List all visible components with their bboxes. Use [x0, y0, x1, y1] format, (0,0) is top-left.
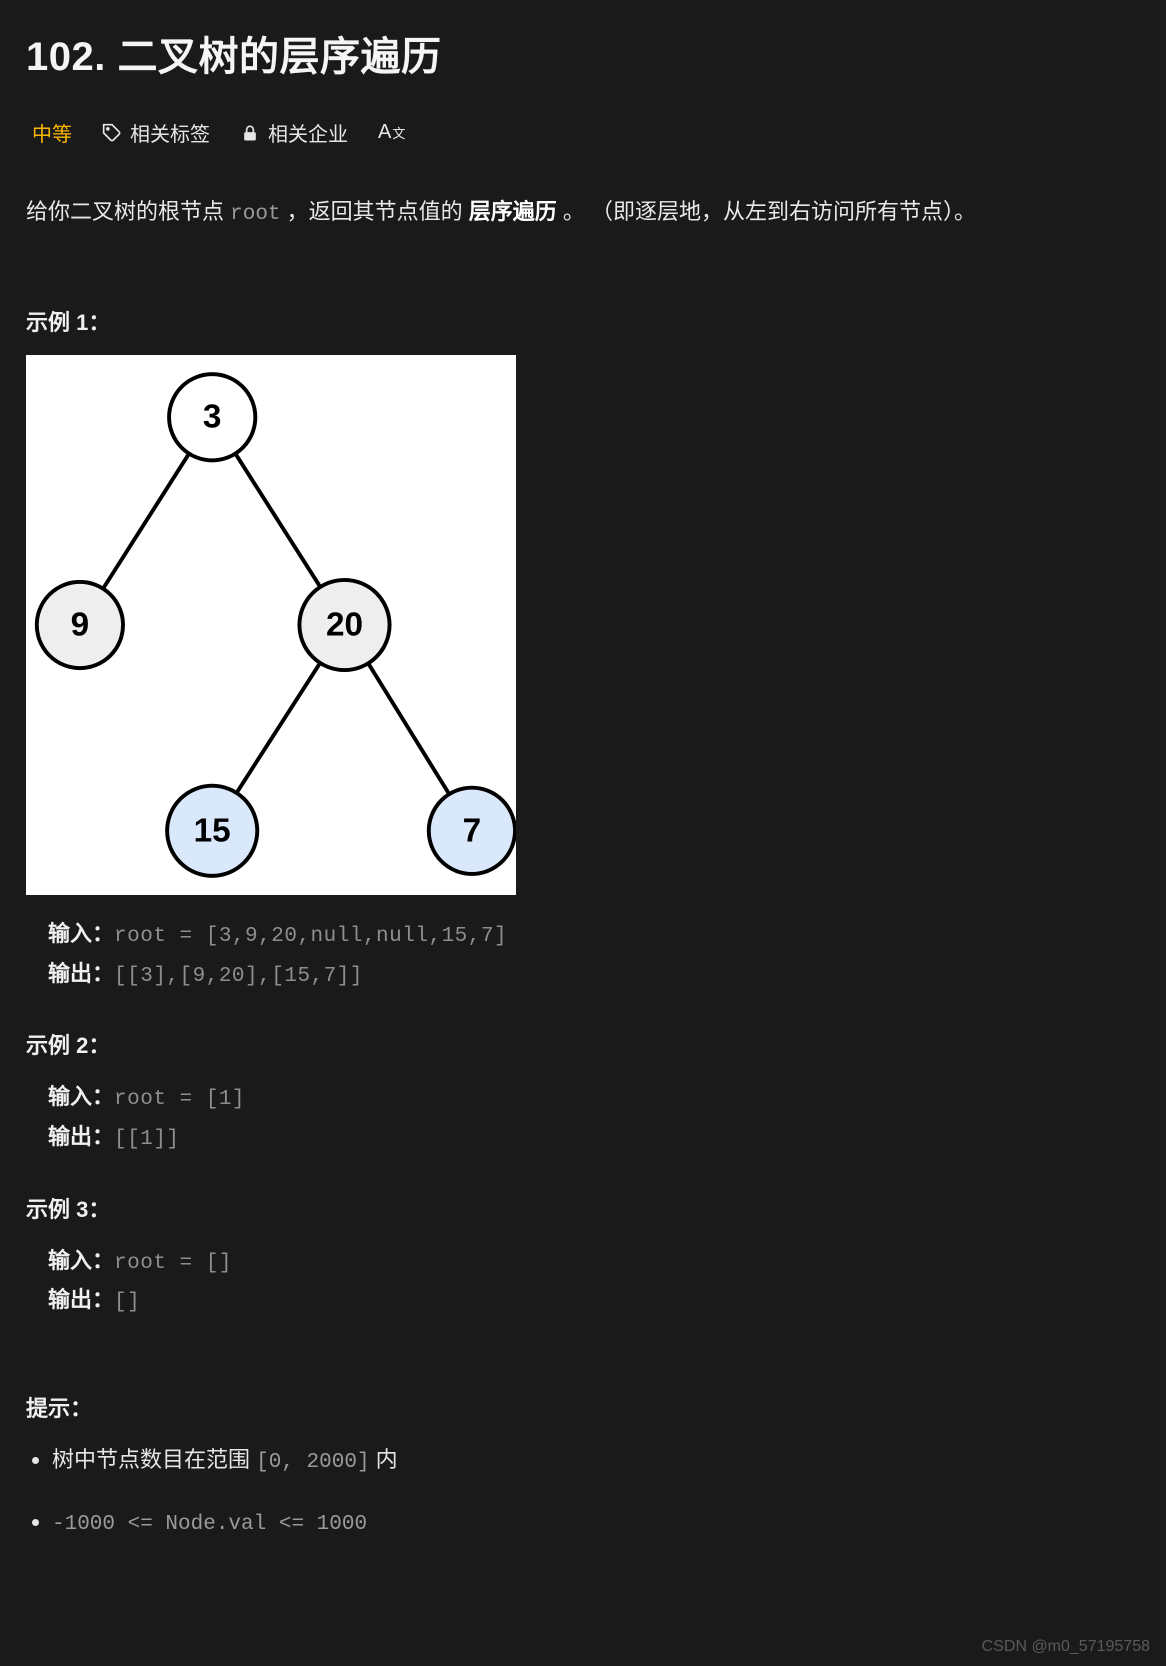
svg-text:20: 20	[326, 606, 363, 643]
language-toggle[interactable]: A文	[378, 121, 405, 144]
tree-diagram: 3 9 20 15 7	[26, 355, 516, 895]
output-label: 输出：	[48, 961, 114, 986]
problem-description: 给你二叉树的根节点 root ，返回其节点值的 层序遍历 。 （即逐层地，从左到…	[26, 191, 1140, 235]
output-value: [[3],[9,20],[15,7]]	[114, 965, 363, 988]
desc-code: root	[230, 203, 280, 226]
constraint-item: 树中节点数目在范围 [0, 2000] 内	[52, 1441, 1140, 1481]
constraint-pre: 树中节点数目在范围	[52, 1447, 256, 1472]
companies-label: 相关企业	[268, 118, 348, 147]
example-1-heading: 示例 1：	[26, 305, 1140, 337]
svg-text:3: 3	[203, 399, 222, 436]
tag-icon	[102, 123, 122, 143]
svg-text:9: 9	[71, 606, 90, 643]
output-value: []	[114, 1291, 140, 1314]
lock-icon	[240, 123, 260, 143]
input-value: root = [3,9,20,null,null,15,7]	[114, 925, 507, 948]
example-2-heading: 示例 2：	[26, 1028, 1140, 1060]
input-label: 输入：	[48, 921, 114, 946]
watermark: CSDN @m0_57195758	[982, 1638, 1150, 1656]
input-label: 输入：	[48, 1084, 114, 1109]
constraint-code: [0, 2000]	[256, 1451, 369, 1474]
constraint-item: -1000 <= Node.val <= 1000	[52, 1503, 1140, 1543]
example-2-io: 输入：root = [1] 输出：[[1]]	[26, 1078, 1140, 1157]
output-value: [[1]]	[114, 1128, 180, 1151]
companies-link[interactable]: 相关企业	[240, 118, 348, 147]
desc-mid: ，返回其节点值的	[281, 199, 469, 224]
desc-pre: 给你二叉树的根节点	[26, 199, 230, 224]
tags-link[interactable]: 相关标签	[102, 118, 210, 147]
constraint-code: -1000 <= Node.val <= 1000	[52, 1513, 367, 1536]
constraints-heading: 提示：	[26, 1391, 1140, 1423]
desc-post: 。 （即逐层地，从左到右访问所有节点）。	[557, 199, 976, 224]
meta-row: 中等 相关标签 相关企业 A文	[26, 118, 1140, 147]
constraints-list: 树中节点数目在范围 [0, 2000] 内 -1000 <= Node.val …	[26, 1441, 1140, 1542]
input-value: root = []	[114, 1252, 232, 1275]
tags-label: 相关标签	[130, 118, 210, 147]
problem-title: 102. 二叉树的层序遍历	[26, 24, 1140, 82]
output-label: 输出：	[48, 1124, 114, 1149]
svg-text:7: 7	[463, 812, 482, 849]
difficulty-badge: 中等	[32, 118, 72, 147]
constraint-post: 内	[370, 1447, 398, 1472]
svg-text:15: 15	[194, 812, 231, 849]
example-1-io: 输入：root = [3,9,20,null,null,15,7] 输出：[[3…	[26, 915, 1140, 994]
input-label: 输入：	[48, 1248, 114, 1273]
example-3-heading: 示例 3：	[26, 1192, 1140, 1224]
lang-sub: 文	[392, 123, 405, 142]
input-value: root = [1]	[114, 1088, 245, 1111]
lang-main: A	[378, 121, 391, 144]
output-label: 输出：	[48, 1287, 114, 1312]
desc-bold: 层序遍历	[469, 199, 557, 224]
example-3-io: 输入：root = [] 输出：[]	[26, 1242, 1140, 1321]
